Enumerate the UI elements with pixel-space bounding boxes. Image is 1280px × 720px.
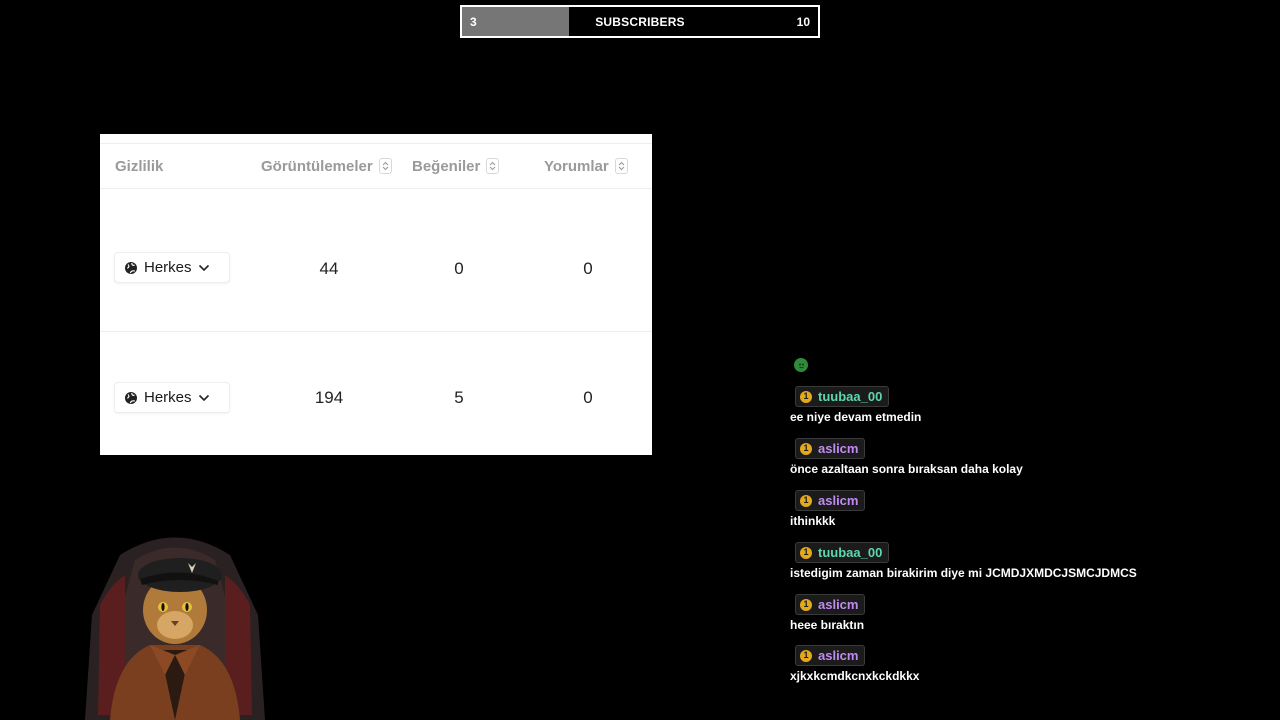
- header-likes-label: Beğeniler: [412, 157, 481, 175]
- likes-count: 5: [454, 388, 464, 407]
- visibility-dropdown[interactable]: Herkes: [114, 252, 230, 283]
- coin-badge-icon: 1: [800, 442, 812, 455]
- visibility-dropdown[interactable]: Herkes: [114, 382, 230, 413]
- chat-message-text: ee niye devam etmedin: [790, 410, 922, 424]
- chat-message-text: önce azaltaan sonra bıraksan daha kolay: [790, 462, 1023, 476]
- chat-message-text: istedigim zaman birakirim diye mi JCMDJX…: [790, 566, 1137, 580]
- header-likes[interactable]: Beğeniler: [412, 144, 500, 188]
- chat-username: tuubaa_00: [818, 389, 883, 404]
- header-visibility-label: Gizlilik: [115, 157, 164, 175]
- subscriber-goal-target: 10: [796, 14, 810, 29]
- table-row: Herkes 194 5 0: [100, 332, 652, 455]
- header-comments-label: Yorumlar: [544, 157, 609, 175]
- chat-username-badge[interactable]: 1 tuubaa_00: [795, 386, 890, 407]
- chat-username: aslicm: [818, 597, 859, 612]
- chat-message: 1 aslicm ithinkkk: [790, 490, 866, 528]
- chat-message-text: xjkxkcmdkcnxkckdkkx: [790, 669, 920, 683]
- chat-message-text: ithinkkk: [790, 514, 836, 528]
- views-count: 194: [314, 388, 344, 407]
- chat-message: 1 aslicm heee bıraktın: [790, 594, 866, 632]
- subscriber-goal-label: SUBSCRIBERS: [595, 14, 685, 29]
- coin-badge-icon: 1: [800, 494, 812, 507]
- coin-badge-icon: 1: [800, 598, 812, 611]
- coin-badge-icon: 1: [800, 649, 812, 662]
- header-views-label: Görüntülemeler: [261, 157, 373, 175]
- header-comments[interactable]: Yorumlar: [544, 144, 628, 188]
- views-count: 44: [319, 259, 339, 278]
- visibility-value: Herkes: [144, 389, 192, 406]
- table-row: Herkes 44 0 0: [100, 189, 652, 332]
- chat-username: aslicm: [818, 648, 859, 663]
- coin-badge-icon: 1: [800, 390, 812, 403]
- emote-icon: [794, 358, 808, 372]
- chat-message-text: heee bıraktın: [790, 618, 865, 632]
- comments-count: 0: [583, 259, 593, 278]
- chat-username-badge[interactable]: 1 aslicm: [795, 438, 866, 459]
- chat-username-badge[interactable]: 1 aslicm: [795, 594, 866, 615]
- subscriber-goal-bar: 3 SUBSCRIBERS 10: [460, 5, 820, 38]
- chat-message: 1 aslicm xjkxkcmdkcnxkckdkkx: [790, 645, 919, 683]
- chat-username: tuubaa_00: [818, 545, 883, 560]
- likes-count: 0: [454, 259, 464, 278]
- chat-username-badge[interactable]: 1 tuubaa_00: [795, 542, 890, 563]
- chat-message: 1 tuubaa_00 istedigim zaman birakirim di…: [790, 542, 1137, 580]
- sort-updown-icon[interactable]: [486, 158, 500, 174]
- globe-icon: [125, 261, 137, 274]
- chat-username-badge[interactable]: 1 aslicm: [795, 490, 866, 511]
- header-views[interactable]: Görüntülemeler: [261, 144, 392, 188]
- chat-message: 1 aslicm önce azaltaan sonra bıraksan da…: [790, 438, 1023, 476]
- stats-table-header: Gizlilik Görüntülemeler Beğeniler Yoruml…: [100, 143, 652, 189]
- chevron-down-icon: [198, 394, 209, 401]
- chevron-down-icon: [198, 264, 209, 271]
- visibility-value: Herkes: [144, 259, 192, 276]
- cat-avatar-icon: [85, 537, 265, 720]
- coin-badge-icon: 1: [800, 546, 812, 559]
- sort-updown-icon[interactable]: [614, 158, 628, 174]
- video-stats-panel: Gizlilik Görüntülemeler Beğeniler Yoruml…: [100, 134, 652, 455]
- chat-username: aslicm: [818, 493, 859, 508]
- chat-username-badge[interactable]: 1 aslicm: [795, 645, 866, 666]
- comments-count: 0: [583, 388, 593, 407]
- sort-updown-icon[interactable]: [378, 158, 392, 174]
- header-visibility: Gizlilik: [115, 144, 163, 188]
- chat-message: 1 tuubaa_00 ee niye devam etmedin: [790, 386, 921, 424]
- chat-username: aslicm: [818, 441, 859, 456]
- globe-icon: [125, 391, 137, 404]
